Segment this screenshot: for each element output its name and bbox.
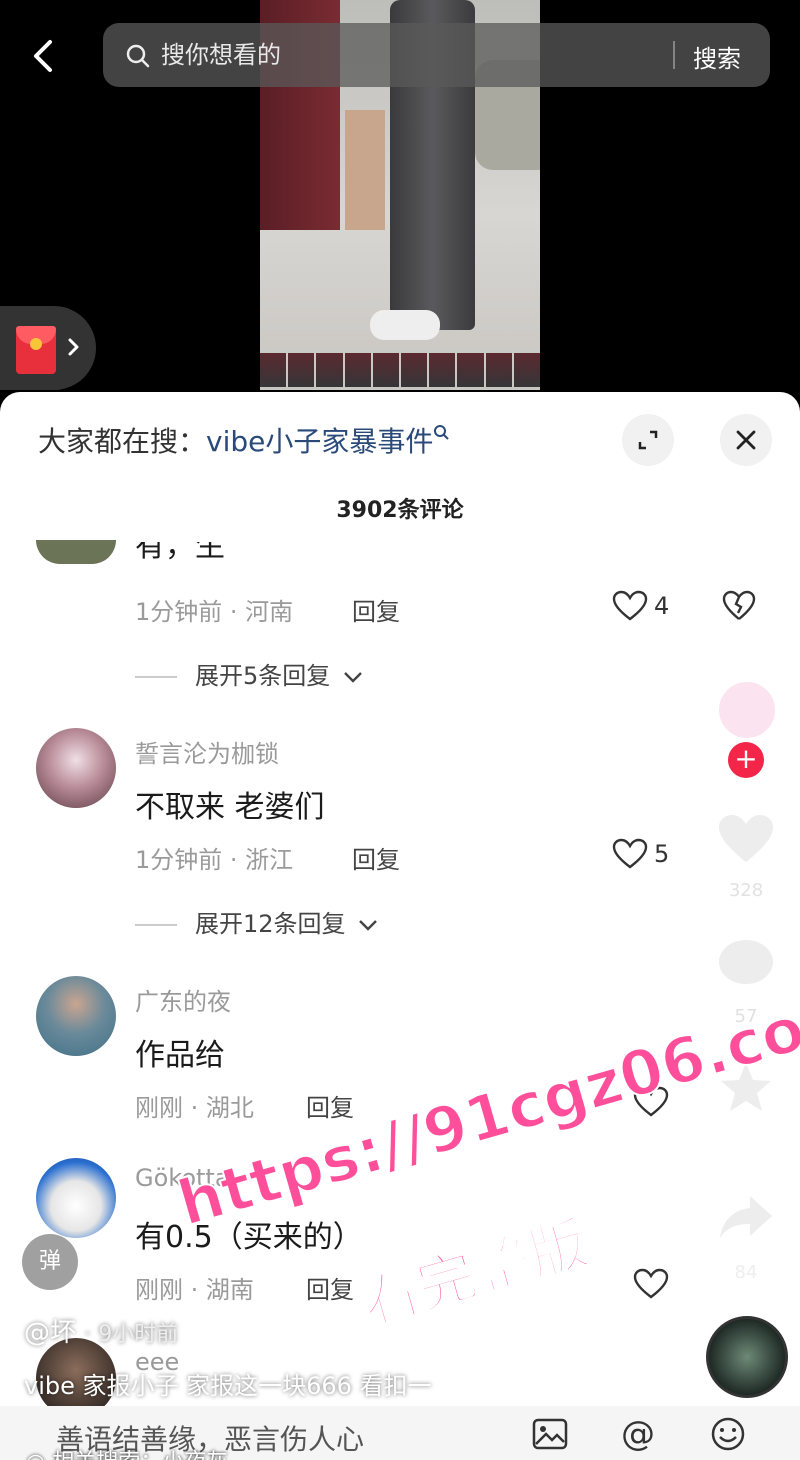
comment-count: 3902条评论: [336, 498, 464, 523]
share-total: 84: [734, 1262, 758, 1283]
mention-icon[interactable]: @: [618, 1414, 658, 1454]
heart-icon[interactable]: [612, 838, 648, 870]
expand-replies[interactable]: 展开12条回复: [135, 904, 379, 939]
comment-meta: 1分钟前 · 浙江: [135, 846, 294, 874]
share-arrow-icon[interactable]: [718, 1192, 774, 1242]
like-count: 5: [654, 840, 670, 868]
video-person-shoe: [370, 310, 440, 340]
emoji-icon[interactable]: [708, 1414, 748, 1454]
image-icon[interactable]: [530, 1414, 570, 1454]
broken-heart-icon[interactable]: [722, 590, 756, 622]
expand-replies-label: 展开12条回复: [195, 910, 346, 938]
red-envelope-icon[interactable]: [16, 326, 56, 374]
avatar[interactable]: [36, 540, 116, 564]
hot-search-label: 大家都在搜：: [38, 425, 207, 458]
chevron-down-icon: [344, 672, 362, 683]
thumbnail[interactable]: [344, 353, 371, 387]
expand-line: [135, 676, 177, 678]
danmu-toggle-button[interactable]: 弹: [22, 1234, 78, 1290]
expand-icon[interactable]: [622, 414, 674, 466]
search-button[interactable]: 搜索: [693, 39, 741, 74]
thumbnail[interactable]: [401, 353, 428, 387]
expand-replies-label: 展开5条回复: [195, 662, 331, 690]
avatar[interactable]: [36, 728, 116, 808]
comment-meta: 刚刚 · 湖南: [135, 1276, 254, 1304]
reply-button[interactable]: 回复: [306, 1270, 354, 1305]
avatar[interactable]: [36, 976, 116, 1056]
related-search-label[interactable]: 相关搜索：小夜灰: [52, 1450, 228, 1460]
thumbnail[interactable]: [485, 353, 512, 387]
comment-username[interactable]: 誓言沦为枷锁: [135, 734, 279, 769]
author-line[interactable]: @坏 · 9小时前: [24, 1312, 178, 1349]
comment-bubble-icon[interactable]: [716, 936, 776, 990]
chevron-right-icon[interactable]: [66, 334, 82, 367]
video-person-leg: [345, 110, 385, 230]
search-icon: [434, 425, 450, 440]
author-name[interactable]: @坏: [24, 1318, 76, 1348]
reply-button[interactable]: 回复: [306, 1088, 354, 1123]
thumbnail[interactable]: [288, 353, 315, 387]
search-input[interactable]: [161, 35, 721, 75]
thumbnail[interactable]: [316, 353, 343, 387]
related-search[interactable]: ○ 相关搜索：小夜灰: [26, 1444, 228, 1460]
comment-text: 有，生: [135, 542, 225, 564]
search-icon: ○: [26, 1450, 52, 1460]
comment-meta: 1分钟前 · 河南: [135, 598, 294, 626]
expand-replies[interactable]: 展开5条回复: [135, 656, 364, 691]
search-icon: [126, 44, 150, 68]
post-time: · 9小时前: [84, 1322, 179, 1347]
video-caption: vibe 家报小子 家报这一块666 看扣一: [24, 1372, 432, 1400]
heart-icon[interactable]: [612, 590, 648, 622]
app-screen: 搜索 大家都在搜：vibe小子家暴事件 3902条评论 有，生 1分钟前 · 河…: [0, 0, 800, 1460]
comment-text: 作品给: [135, 1038, 225, 1073]
music-disc-icon[interactable]: [706, 1316, 788, 1398]
thumbnail[interactable]: [429, 353, 456, 387]
video-thumbnail-strip[interactable]: [260, 353, 541, 387]
reply-button[interactable]: 回复: [352, 840, 400, 875]
reply-button[interactable]: 回复: [352, 592, 400, 627]
thumbnail[interactable]: [513, 353, 541, 387]
avatar[interactable]: [36, 1158, 116, 1238]
comment-text: 不取来 老婆们: [135, 790, 325, 825]
comment-meta: 刚刚 · 湖北: [135, 1094, 254, 1122]
heart-icon[interactable]: [716, 812, 776, 866]
search-divider: [673, 41, 675, 69]
like-count: 4: [654, 592, 670, 620]
chevron-down-icon: [359, 920, 378, 931]
hot-search-term[interactable]: vibe小子家暴事件: [206, 425, 433, 458]
follow-plus-icon[interactable]: +: [728, 742, 764, 778]
creator-avatar[interactable]: [717, 680, 777, 740]
heart-icon[interactable]: [633, 1268, 669, 1300]
back-arrow-icon[interactable]: [28, 36, 60, 76]
like-total: 328: [728, 880, 764, 901]
thumbnail[interactable]: [260, 353, 287, 387]
search-bar[interactable]: 搜索: [103, 23, 770, 87]
expand-line: [135, 924, 177, 926]
thumbnail[interactable]: [372, 353, 400, 387]
hot-search[interactable]: 大家都在搜：vibe小子家暴事件: [38, 420, 451, 460]
thumbnail[interactable]: [457, 353, 484, 387]
comment-username[interactable]: 广东的夜: [135, 982, 231, 1017]
close-icon[interactable]: [720, 414, 772, 466]
